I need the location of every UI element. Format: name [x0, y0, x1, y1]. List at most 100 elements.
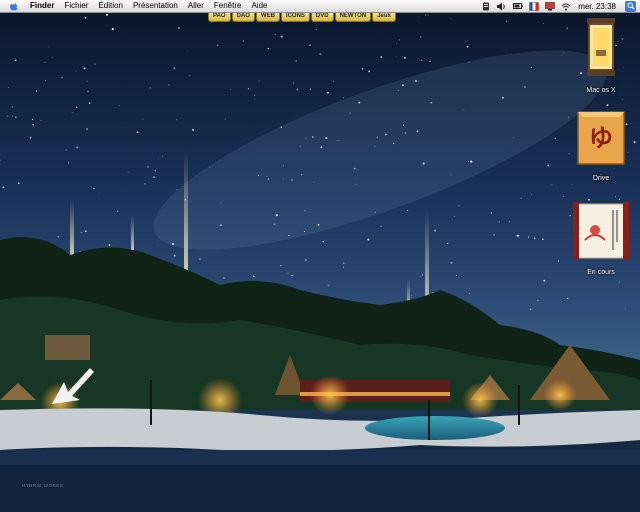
- star: [67, 162, 70, 164]
- star: [45, 80, 47, 81]
- menu-bar: Finder Fichier Édition Présentation Alle…: [0, 0, 640, 13]
- star: [291, 274, 293, 277]
- star: [607, 14, 609, 16]
- menu-edition[interactable]: Édition: [93, 0, 127, 12]
- star: [40, 120, 42, 122]
- folder-tab-bar: PAO DAO WEB ICONS DVD NEWTON Jeux: [208, 12, 396, 22]
- star: [322, 240, 324, 243]
- star: [529, 308, 532, 311]
- display-icon[interactable]: [545, 1, 555, 11]
- flag-icon[interactable]: [529, 1, 539, 11]
- star: [305, 138, 307, 139]
- star: [568, 116, 569, 118]
- menu-extras: mer. 23:38: [478, 0, 640, 12]
- star: [2, 186, 5, 189]
- star: [342, 262, 345, 265]
- star: [57, 235, 60, 238]
- star: [252, 275, 255, 278]
- star: [211, 21, 212, 23]
- star: [516, 234, 519, 237]
- menu-clock[interactable]: mer. 23:38: [578, 2, 616, 11]
- star: [619, 281, 621, 283]
- star: [493, 234, 495, 236]
- star: [614, 196, 617, 198]
- desktop-icon-mac-os-x[interactable]: Mac os X: [571, 16, 631, 94]
- star: [209, 166, 211, 168]
- wifi-icon[interactable]: [561, 1, 571, 11]
- star: [520, 197, 523, 200]
- tab-jeux[interactable]: Jeux: [372, 12, 396, 22]
- star: [76, 106, 78, 108]
- star: [367, 238, 370, 241]
- star: [571, 184, 573, 185]
- star: [414, 79, 418, 83]
- star: [80, 231, 83, 234]
- star: [295, 60, 297, 62]
- tab-dvd[interactable]: DVD: [310, 12, 334, 22]
- star: [533, 237, 536, 240]
- star: [454, 215, 456, 217]
- star: [254, 98, 255, 100]
- star: [468, 161, 470, 163]
- star: [242, 40, 245, 42]
- star: [313, 181, 315, 183]
- menu-fenetre[interactable]: Fenêtre: [209, 0, 247, 12]
- star: [87, 90, 89, 93]
- star: [299, 145, 301, 147]
- star: [280, 35, 283, 38]
- star: [393, 142, 395, 145]
- tab-pao[interactable]: PAO: [208, 12, 231, 22]
- star: [430, 101, 433, 104]
- star: [531, 193, 533, 195]
- apple-menu-icon[interactable]: [9, 2, 18, 11]
- tab-newton[interactable]: NEWTON: [334, 12, 372, 22]
- star: [327, 284, 330, 287]
- drive-box-icon: ゆ: [577, 111, 625, 165]
- star: [450, 261, 453, 264]
- star: [173, 67, 176, 70]
- star: [315, 29, 317, 31]
- star: [142, 118, 144, 120]
- menu-aller[interactable]: Aller: [183, 0, 209, 12]
- star: [420, 36, 422, 38]
- star: [390, 128, 391, 130]
- star: [296, 88, 299, 91]
- star: [434, 229, 437, 232]
- star: [420, 275, 422, 277]
- desktop-icon-drive[interactable]: ゆ Drive: [571, 108, 631, 182]
- tab-dao[interactable]: DAO: [231, 12, 255, 22]
- desktop-icon-en-cours[interactable]: En cours: [571, 200, 631, 276]
- star: [173, 254, 176, 257]
- star: [566, 297, 569, 300]
- star: [361, 67, 364, 70]
- star: [470, 160, 473, 163]
- star: [374, 211, 376, 213]
- star: [404, 131, 407, 134]
- star: [253, 94, 256, 97]
- menu-aide[interactable]: Aide: [246, 0, 272, 12]
- star: [374, 145, 376, 147]
- menu-finder[interactable]: Finder: [25, 0, 59, 12]
- star: [85, 230, 87, 232]
- battery-icon[interactable]: [513, 1, 523, 11]
- spotlight-icon[interactable]: [625, 0, 636, 12]
- star: [402, 124, 405, 126]
- star: [60, 76, 63, 79]
- script-icon[interactable]: [481, 1, 491, 11]
- tab-icons[interactable]: ICONS: [280, 12, 310, 22]
- desktop-icon-label: Mac os X: [586, 87, 616, 94]
- star: [8, 87, 10, 88]
- menu-fichier[interactable]: Fichier: [59, 0, 93, 12]
- volume-icon[interactable]: [497, 1, 507, 11]
- star: [396, 43, 397, 45]
- tab-web[interactable]: WEB: [255, 12, 280, 22]
- svg-text:ゆ: ゆ: [589, 123, 613, 152]
- star: [86, 128, 89, 130]
- star: [287, 272, 289, 274]
- star: [397, 89, 399, 92]
- star: [223, 277, 225, 279]
- star: [325, 137, 328, 140]
- menu-presentation[interactable]: Présentation: [128, 0, 183, 12]
- star: [320, 146, 323, 149]
- star: [498, 221, 500, 223]
